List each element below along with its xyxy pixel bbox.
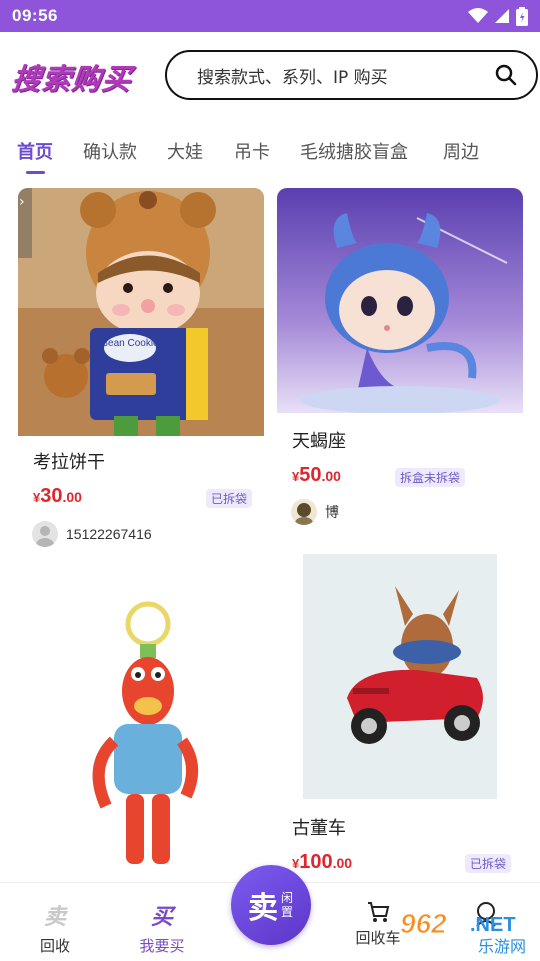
product-card[interactable]: Bean Cookie 考拉饼干 ¥30.00 已拆袋 15122267416 … [18,188,264,558]
sell-button-sub: 闲置 [280,891,293,919]
tab-hanging-card[interactable]: 吊卡 [234,138,270,164]
box-label: Bean Cookie [101,338,159,349]
tab-confirmed[interactable]: 确认款 [83,138,137,164]
tab-plush-vinyl-blindbox[interactable]: 毛绒搪胶盲盒 [300,138,408,164]
status-icons [468,6,528,26]
app-logo: 搜索购买 [10,62,134,96]
product-image [277,188,523,413]
cart-icon [368,902,390,922]
avatar [291,499,317,525]
doll-illustration [92,601,198,864]
header: 搜索购买 搜索款式、系列、IP 购买 [0,32,540,120]
status-bar: 09:56 [0,0,540,32]
seller-info: 15122267416 [32,521,152,547]
product-price: ¥100.00 [292,851,353,873]
product-card[interactable]: 古董车 ¥100.00 已拆袋 [277,548,523,882]
wifi-icon [468,8,488,23]
product-card[interactable]: 天蝎座 ¥50.00 拆盒未拆袋 博 [277,188,523,528]
product-price: ¥30.00 [33,485,82,507]
product-image [277,548,523,803]
tab-merch[interactable]: 周边 [443,138,479,164]
carousel-arrow-icon[interactable]: › [18,188,32,258]
watermark-logo: 962 .NET 乐游网 [400,908,527,957]
doll-illustration: Bean Cookie [18,188,264,436]
nav-label: 回收 [39,937,70,955]
svg-text:.NET: .NET [470,914,516,936]
svg-text:962: 962 [400,908,447,939]
sell-button-main: 卖 [248,891,278,926]
sell-idle-button[interactable]: 卖 闲置 [231,865,311,945]
avatar [32,521,58,547]
product-image: Bean Cookie [18,188,264,436]
product-title: 古董车 [292,818,346,839]
svg-text:乐游网: 乐游网 [478,937,526,955]
search-placeholder: 搜索款式、系列、IP 购买 [197,67,388,88]
condition-badge: 已拆袋 [465,854,512,873]
product-card[interactable] [18,566,264,882]
active-tab-indicator [26,171,45,174]
category-tabs: 首页 确认款 大娃 吊卡 毛绒搪胶盲盒 周边 [0,130,540,176]
search-icon[interactable] [494,63,518,87]
toy-car-illustration [303,554,497,799]
product-title: 考拉饼干 [33,452,105,473]
signal-icon [495,9,509,23]
product-price: ¥50.00 [292,464,341,486]
nav-label: 我要买 [139,937,185,955]
site-watermark: 962 .NET 乐游网 [400,905,536,957]
seller-name: 15122267416 [66,526,152,542]
seller-info: 博 [291,499,339,525]
sell-icon: 卖 [43,905,66,930]
product-title: 天蝎座 [292,431,346,452]
nav-recycle[interactable]: 卖 回收 [10,883,100,961]
condition-badge: 拆盒未拆袋 [395,468,466,487]
search-input[interactable]: 搜索款式、系列、IP 购买 [165,50,538,100]
doll-illustration [277,188,523,413]
tab-home[interactable]: 首页 [17,138,53,164]
product-image [18,566,264,882]
condition-badge: 已拆袋 [206,489,253,508]
tab-big-doll[interactable]: 大娃 [167,138,203,164]
battery-icon [516,6,528,26]
nav-buy[interactable]: 买 我要买 [117,883,207,961]
seller-name: 博 [325,504,339,520]
buy-icon: 买 [150,905,173,930]
status-time: 09:56 [12,6,58,25]
